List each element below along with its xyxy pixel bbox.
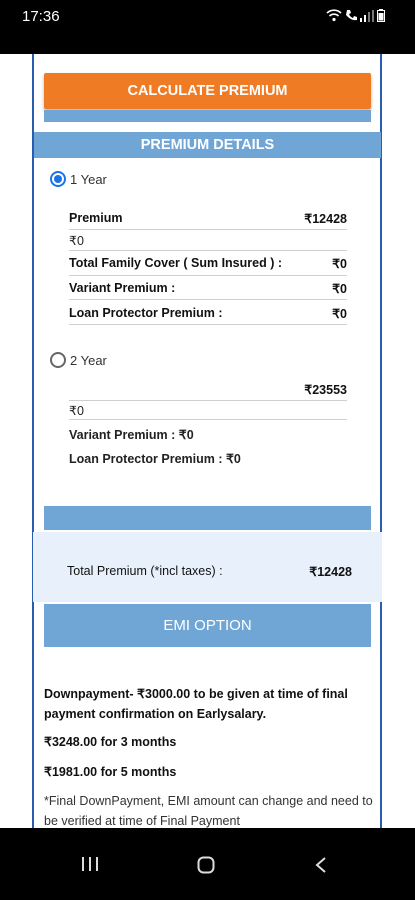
section-blue-bar: [44, 506, 371, 530]
plan-1-secondary-value: ₹0: [69, 234, 84, 248]
premium-label: Premium: [69, 211, 123, 225]
total-premium-label: Total Premium (*incl taxes) :: [67, 564, 223, 578]
status-time: 17:36: [22, 8, 60, 25]
divider: [69, 419, 347, 420]
plan-1-year-radio[interactable]: [50, 171, 66, 187]
plan-2-loan-protector: Loan Protector Premium : ₹0: [69, 452, 241, 466]
emi-disclaimer: *Final DownPayment, EMI amount can chang…: [44, 794, 373, 828]
divider: [69, 400, 347, 401]
divider: [69, 299, 347, 300]
status-bar: 17:36: [0, 0, 415, 54]
emi-option-5-months: ₹1981.00 for 5 months: [44, 765, 177, 779]
plan-1-year-label[interactable]: 1 Year: [70, 172, 107, 187]
loan-protector-label: Loan Protector Premium :: [69, 306, 223, 320]
calculate-premium-button[interactable]: CALCULATE PREMIUM: [44, 73, 371, 109]
page-content: CALCULATE PREMIUM PREMIUM DETAILS 1 Year…: [0, 54, 415, 828]
total-premium-box: Total Premium (*incl taxes) : ₹12428: [33, 532, 382, 602]
family-cover-label: Total Family Cover ( Sum Insured ) :: [69, 256, 282, 270]
divider: [69, 229, 347, 230]
premium-value: ₹12428: [304, 212, 347, 226]
home-icon[interactable]: [197, 856, 215, 874]
divider: [69, 250, 347, 251]
emi-option-3-months: ₹3248.00 for 3 months: [44, 735, 177, 749]
plan-2-year-radio[interactable]: [50, 352, 66, 368]
signal-icon: [360, 9, 374, 22]
loan-protector-value: ₹0: [332, 307, 347, 321]
status-icons: [326, 9, 385, 22]
premium-details-title: PREMIUM DETAILS: [34, 132, 381, 158]
system-nav-bar: [0, 828, 415, 900]
plan-2-secondary-value: ₹0: [69, 404, 84, 418]
emi-option-title: EMI OPTION: [44, 604, 371, 647]
total-premium-value: ₹12428: [309, 565, 352, 579]
plan-2-year-label[interactable]: 2 Year: [70, 353, 107, 368]
call-icon: [346, 10, 357, 21]
divider: [69, 324, 347, 325]
header-blue-strip: [44, 110, 371, 122]
divider: [69, 275, 347, 276]
family-cover-value: ₹0: [332, 257, 347, 271]
downpayment-text: Downpayment- ₹3000.00 to be given at tim…: [44, 687, 348, 721]
recent-apps-icon[interactable]: [81, 856, 99, 872]
plan-2-variant-premium: Variant Premium : ₹0: [69, 428, 194, 442]
battery-icon: [377, 9, 385, 22]
variant-premium-value: ₹0: [332, 282, 347, 296]
variant-premium-label: Variant Premium :: [69, 281, 176, 295]
plan-2-premium-value: ₹23553: [304, 383, 347, 397]
back-icon[interactable]: [314, 856, 328, 874]
wifi-icon: [326, 9, 342, 22]
